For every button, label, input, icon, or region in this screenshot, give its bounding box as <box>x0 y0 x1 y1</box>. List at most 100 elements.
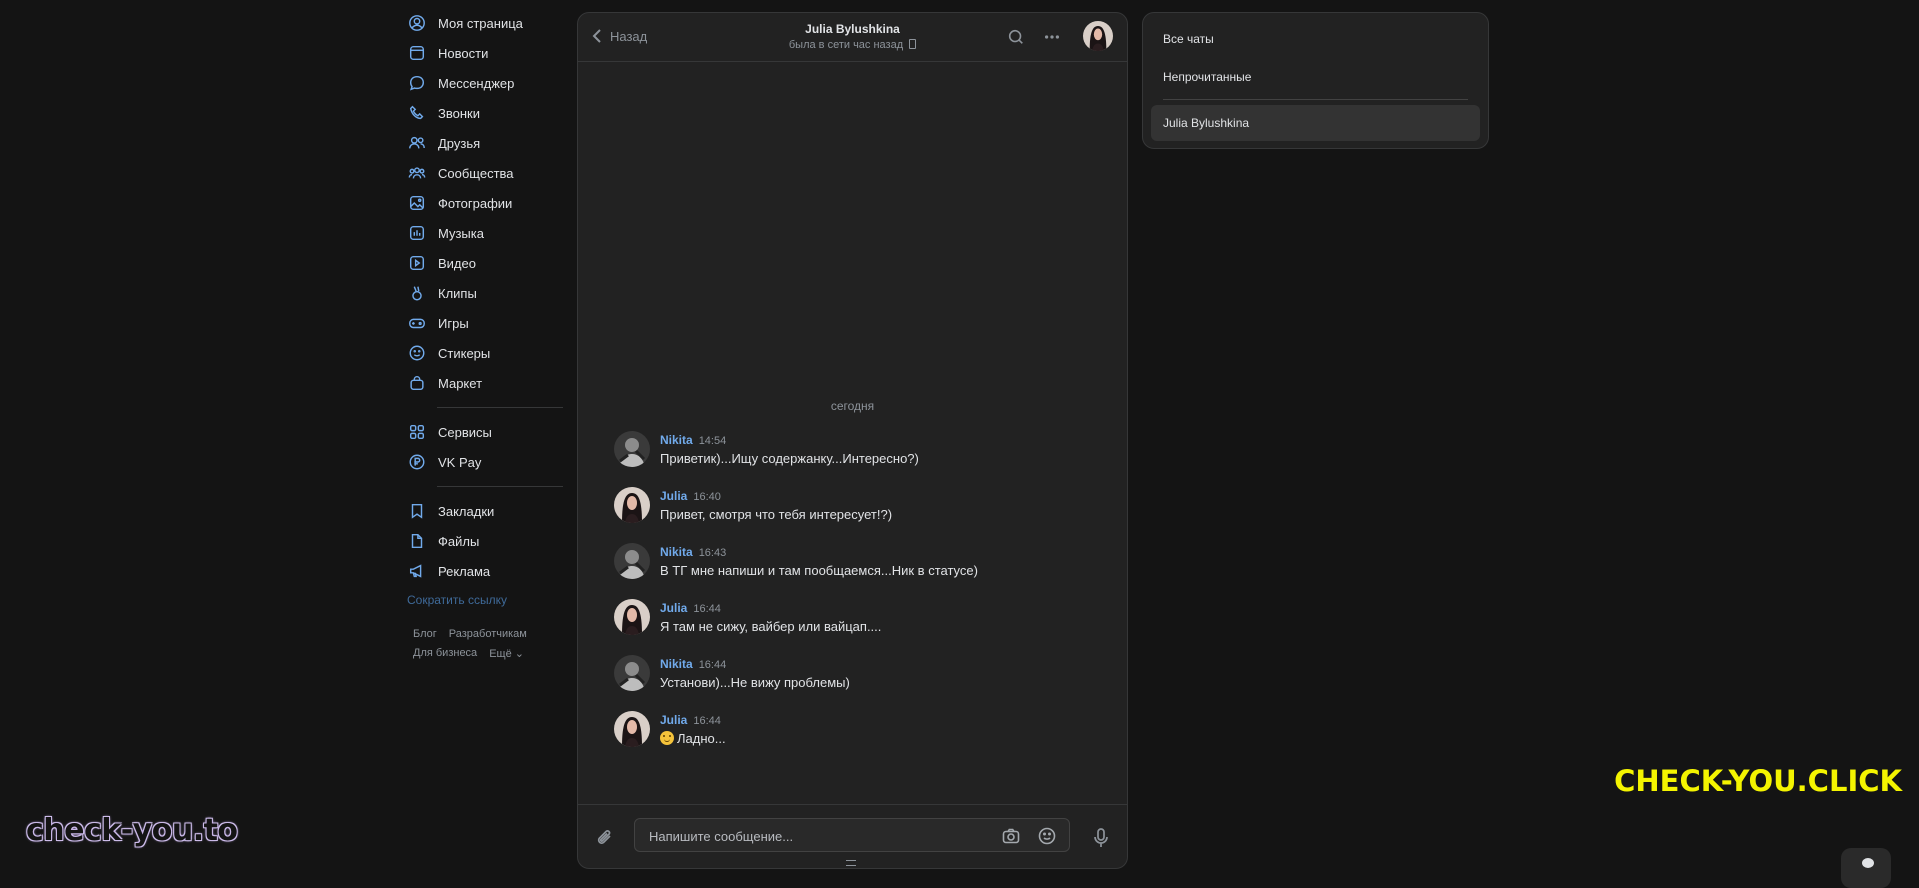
paperclip-icon[interactable] <box>594 827 616 849</box>
chat-filter-panel: Все чаты Непрочитанные Julia Bylushkina <box>1142 12 1489 149</box>
avatar[interactable] <box>614 487 650 523</box>
avatar[interactable] <box>614 711 650 747</box>
newspaper-icon <box>407 43 427 63</box>
message-composer <box>578 804 1127 868</box>
nav-item-label: Сообщества <box>438 165 514 181</box>
message-author[interactable]: Nikita <box>660 433 693 447</box>
message-item: Nikita 16:43 В ТГ мне напиши и там пообща… <box>614 543 1107 599</box>
peer-avatar[interactable] <box>1083 21 1113 51</box>
nav-item-label: Игры <box>438 315 469 331</box>
nav-item-market[interactable]: Маркет <box>407 368 563 398</box>
avatar[interactable] <box>614 543 650 579</box>
message-time[interactable]: 16:43 <box>699 547 727 559</box>
video-icon <box>407 253 427 273</box>
nav-item-label: Маркет <box>438 375 483 391</box>
nav-item-label: Закладки <box>438 503 495 519</box>
communities-icon <box>407 163 427 183</box>
phone-icon <box>407 103 427 123</box>
nav-item-label: Сервисы <box>438 424 492 440</box>
file-icon <box>407 531 427 551</box>
message-input[interactable] <box>647 819 991 853</box>
message-text: В ТГ мне напиши и там пообщаемся...Ник в… <box>660 563 978 578</box>
nav-item-bookmarks[interactable]: Закладки <box>407 496 563 526</box>
filter-all-chats[interactable]: Все чаты <box>1163 32 1214 46</box>
nav-item-files[interactable]: Файлы <box>407 526 563 556</box>
left-navigation: Моя страница Новости Мессенджер Звонки Д… <box>407 8 563 666</box>
nav-item-label: Друзья <box>438 135 481 151</box>
microphone-icon[interactable] <box>1091 827 1111 849</box>
nav-item-photos[interactable]: Фотографии <box>407 188 563 218</box>
nav-item-messenger[interactable]: Мессенджер <box>407 68 563 98</box>
nav-item-ads[interactable]: Реклама <box>407 556 563 586</box>
nav-item-calls[interactable]: Звонки <box>407 98 563 128</box>
filter-unread[interactable]: Непрочитанные <box>1163 70 1251 84</box>
chat-bubble-icon <box>1862 858 1874 868</box>
message-time[interactable]: 16:40 <box>693 491 721 503</box>
nav-item-label: Файлы <box>438 533 480 549</box>
footer-more-label: Ещё <box>489 648 512 660</box>
gamepad-icon <box>407 313 427 333</box>
music-icon <box>407 223 427 243</box>
nav-item-my-page[interactable]: Моя страница <box>407 8 563 38</box>
message-text: Привет, смотря что тебя интересует!?) <box>660 507 893 522</box>
nav-item-music[interactable]: Музыка <box>407 218 563 248</box>
chevron-down-icon: ⌄ <box>514 648 524 660</box>
nav-item-communities[interactable]: Сообщества <box>407 158 563 188</box>
message-author[interactable]: Nikita <box>660 545 693 559</box>
message-time[interactable]: 14:54 <box>699 435 727 447</box>
active-chat-label: Julia Bylushkina <box>1163 116 1250 130</box>
message-author[interactable]: Julia <box>660 713 687 727</box>
message-time[interactable]: 16:44 <box>699 659 727 671</box>
floating-chat-button[interactable] <box>1841 848 1891 888</box>
avatar[interactable] <box>614 431 650 467</box>
nav-item-news[interactable]: Новости <box>407 38 563 68</box>
message-time[interactable]: 16:44 <box>693 715 721 727</box>
footer-link-business[interactable]: Для бизнеса <box>413 647 477 666</box>
message-text-content: Ладно... <box>677 731 726 746</box>
message-author[interactable]: Nikita <box>660 657 693 671</box>
avatar[interactable] <box>614 599 650 635</box>
message-time[interactable]: 16:44 <box>693 603 721 615</box>
nav-item-label: Стикеры <box>438 345 491 361</box>
nav-item-label: VK Pay <box>438 454 482 470</box>
nav-item-label: Музыка <box>438 225 484 241</box>
nav-item-video[interactable]: Видео <box>407 248 563 278</box>
message-author[interactable]: Julia <box>660 601 687 615</box>
resize-handle[interactable] <box>846 860 856 866</box>
message-item: Julia 16:40 Привет, смотря что тебя интер… <box>614 487 1107 543</box>
message-bubble-icon <box>407 73 427 93</box>
filter-active-chat[interactable]: Julia Bylushkina <box>1151 105 1480 141</box>
footer-link-blog[interactable]: Блог <box>413 628 437 647</box>
message-item: Nikita 14:54 Приветик)...Ищу содержанку..… <box>614 431 1107 487</box>
message-text: Приветик)...Ищу содержанку...Интересно?) <box>660 451 919 466</box>
nav-divider <box>437 486 563 487</box>
clips-icon <box>407 283 427 303</box>
nav-item-stickers[interactable]: Стикеры <box>407 338 563 368</box>
chat-window: Назад Julia Bylushkina была в сети час н… <box>577 12 1128 869</box>
shopping-bag-icon <box>407 373 427 393</box>
nav-item-clips[interactable]: Клипы <box>407 278 563 308</box>
megaphone-icon <box>407 561 427 581</box>
nav-item-vk-pay[interactable]: VK Pay <box>407 447 563 477</box>
footer-link-more[interactable]: Ещё ⌄ <box>489 647 524 666</box>
nav-item-label: Мессенджер <box>438 75 515 91</box>
watermark-left: check-you.to <box>26 813 238 848</box>
footer-link-developers[interactable]: Разработчикам <box>449 628 527 647</box>
camera-icon[interactable] <box>1001 826 1021 846</box>
avatar[interactable] <box>614 655 650 691</box>
shorten-link[interactable]: Сократить ссылку <box>407 590 563 610</box>
nav-item-label: Новости <box>438 45 489 61</box>
nav-item-services[interactable]: Сервисы <box>407 417 563 447</box>
message-item: Julia 16:44 Ладно... <box>614 711 1107 767</box>
message-author[interactable]: Julia <box>660 489 687 503</box>
smiling-emoji-icon <box>660 731 674 745</box>
nav-item-label: Видео <box>438 255 476 271</box>
search-icon[interactable] <box>1006 27 1026 47</box>
nav-item-games[interactable]: Игры <box>407 308 563 338</box>
emoji-icon[interactable] <box>1037 826 1057 846</box>
filter-divider <box>1163 99 1468 100</box>
peer-status-text: была в сети час назад <box>788 39 904 51</box>
nav-item-friends[interactable]: Друзья <box>407 128 563 158</box>
more-icon[interactable] <box>1042 27 1062 47</box>
message-text: Я там не сижу, вайбер или вайцап.... <box>660 619 882 634</box>
